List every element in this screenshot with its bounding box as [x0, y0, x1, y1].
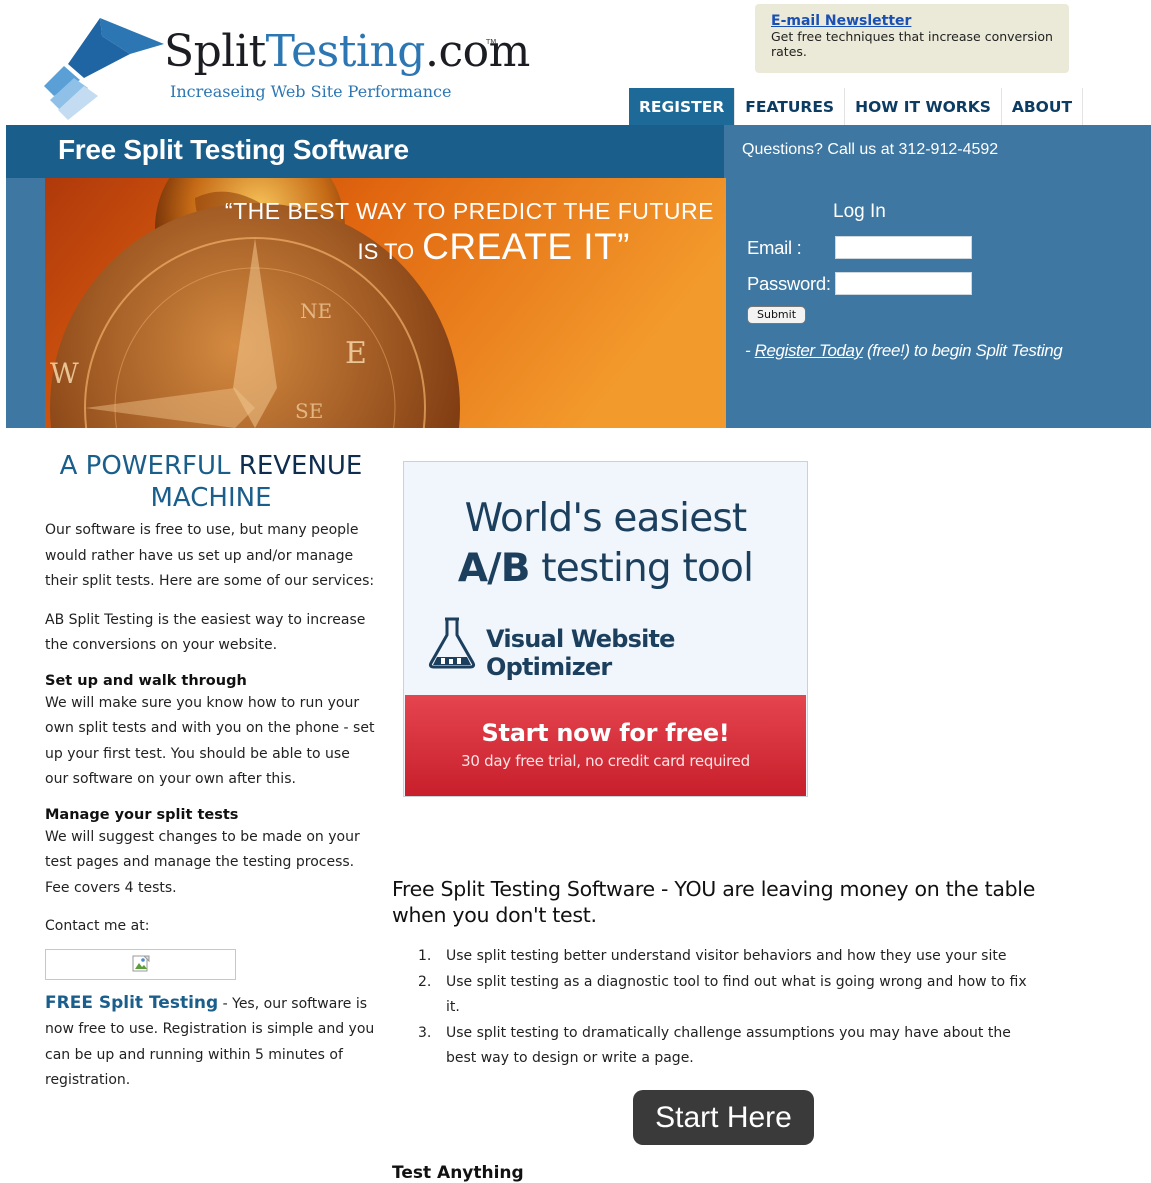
logo-wordmark: SplitTesting.com	[164, 26, 530, 77]
setup-text: We will make sure you know how to run yo…	[45, 694, 375, 788]
nav-tab-register[interactable]: REGISTER	[629, 88, 736, 125]
nav-tab-about[interactable]: ABOUT	[1001, 88, 1084, 125]
setup-title: Set up and walk through	[45, 672, 247, 689]
submit-button[interactable]: Submit	[747, 306, 807, 324]
password-field[interactable]	[835, 272, 972, 295]
manage-text: We will suggest changes to be made on yo…	[45, 828, 360, 896]
benefits-list: 1. Use split testing better understand vi…	[418, 944, 1043, 1072]
main-nav: REGISTER FEATURES HOW IT WORKS ABOUT	[629, 88, 1084, 125]
ad-headline-2: A/B testing tool	[457, 546, 754, 591]
contact-text: Contact me at:	[45, 918, 150, 934]
svg-text:W: W	[50, 357, 79, 390]
banner-title: Free Split Testing Software	[58, 134, 409, 165]
site-logo[interactable]: SplitTesting.com TM Increaseing Web Site…	[40, 8, 530, 120]
login-form: Log In Email : Password: Submit - Regist…	[742, 195, 1142, 420]
manage-title: Manage your split tests	[45, 806, 239, 823]
hero-banner: Free Split Testing Software Questions? C…	[6, 125, 1151, 428]
section-heading: A POWERFUL REVENUE MACHINE	[59, 451, 363, 513]
intro-text: Our software is free to use, but many pe…	[45, 522, 375, 589]
email-label: Email :	[747, 237, 802, 258]
broken-image-icon	[132, 955, 149, 972]
ad-brand: Visual Website Optimizer	[486, 625, 675, 681]
cta-subtitle: 30 day free trial, no credit card requir…	[461, 752, 750, 770]
quote-line-2: IS TO CREATE IT”	[357, 226, 630, 267]
svg-text:NE: NE	[300, 299, 332, 323]
title-strip: Free Split Testing Software	[6, 125, 724, 178]
trademark-mark: TM	[486, 38, 497, 46]
logo-tagline: Increaseing Web Site Performance	[170, 82, 452, 101]
password-label: Password:	[747, 273, 831, 294]
svg-text:SE: SE	[295, 399, 323, 423]
nav-tab-features[interactable]: FEATURES	[735, 88, 846, 125]
ab-text: AB Split Testing is the easiest way to i…	[45, 611, 366, 654]
contact-image[interactable]	[45, 948, 236, 980]
vwo-ad[interactable]: World's easiest A/B testing tool Visual …	[403, 461, 808, 797]
quote-line-1: “THE BEST WAY TO PREDICT THE FUTURE	[224, 198, 714, 224]
logo-arrow-icon	[44, 18, 164, 120]
nav-tab-how-it-works[interactable]: HOW IT WORKS	[845, 88, 1002, 125]
newsletter-box: E-mail Newsletter Get free techniques th…	[755, 4, 1069, 73]
list-item: 2. Use split testing as a diagnostic tool…	[418, 973, 1027, 1016]
services-column: A POWERFUL REVENUE MACHINE Our software …	[45, 450, 375, 1107]
svg-text:E: E	[345, 336, 367, 371]
start-here-button[interactable]: Start Here	[633, 1090, 814, 1145]
test-anything-heading: Test Anything	[392, 1163, 524, 1183]
newsletter-link[interactable]: E-mail Newsletter	[771, 13, 1053, 29]
register-today-link[interactable]: Register Today	[755, 341, 864, 360]
register-note: - Register Today (free!) to begin Split …	[745, 341, 1063, 360]
cta-title: Start now for free!	[481, 719, 730, 747]
pitch-heading: Free Split Testing Software - YOU are le…	[392, 877, 1036, 927]
list-item: 3. Use split testing to dramatically chal…	[418, 1024, 1011, 1067]
free-testing-text: FREE Split Testing - Yes, our software i…	[45, 992, 375, 1089]
start-free-button[interactable]: Start now for free! 30 day free trial, n…	[405, 695, 806, 796]
email-field[interactable]	[835, 236, 972, 259]
hero-image: E W NE SE “THE BEST WAY TO PREDICT THE F…	[45, 178, 726, 428]
ad-headline-1: World's easiest	[464, 496, 748, 541]
list-item: 1. Use split testing better understand vi…	[418, 948, 1007, 964]
newsletter-description: Get free techniques that increase conver…	[771, 29, 1053, 59]
flask-icon	[428, 617, 476, 669]
login-title: Log In	[833, 201, 886, 222]
questions-phone: Questions? Call us at 312-912-4592	[742, 141, 999, 158]
